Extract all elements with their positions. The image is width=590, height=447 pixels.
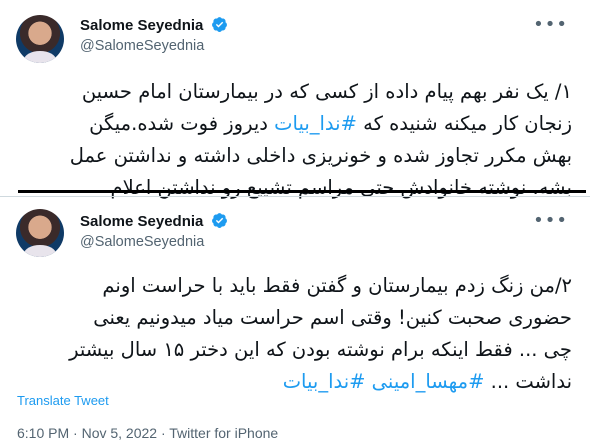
tweet-line: زنجان کار میکنه شنیده که #ندا_بیات دیروز… (89, 112, 572, 135)
avatar[interactable] (16, 209, 64, 257)
verified-badge-icon (211, 17, 227, 32)
author-name[interactable]: Salome Seyednia (80, 17, 203, 34)
tweet-text: ٢/من زنگ زدم بیمارستان و گفتن فقط باید ب… (16, 270, 572, 398)
author-name-container[interactable]: Salome Seyednia (80, 212, 228, 230)
hashtag-link[interactable]: #ندا_بیات (274, 112, 357, 135)
author-handle[interactable]: @SalomeSeyednia (80, 38, 204, 54)
more-options-icon[interactable]: ••• (533, 16, 568, 34)
annotation-underline (18, 190, 586, 193)
tweet-line: ١/ یک نفر بهم پیام داده از کسی که در بیم… (81, 80, 572, 103)
tweet-text: ١/ یک نفر بهم پیام داده از کسی که در بیم… (16, 76, 572, 204)
tweet-line: حضوری صحبت کنین! وقتی اسم حراست میاد مید… (93, 306, 572, 329)
tweet-line: بهش مکرر تجاوز شده و خونریزی داخلی داشته… (69, 144, 572, 167)
author-handle[interactable]: @SalomeSeyednia (80, 234, 204, 250)
tweet-1[interactable]: Salome Seyednia @SalomeSeyednia ••• ١/ ی… (0, 0, 590, 199)
tweet-timestamp[interactable]: 6:10 PM · Nov 5, 2022 · Twitter for iPho… (17, 425, 278, 441)
verified-badge-icon (211, 213, 227, 228)
author-name[interactable]: Salome Seyednia (80, 213, 203, 230)
tweet-divider (0, 196, 590, 197)
hashtag-link[interactable]: #مهسا_امینی #ندا_بیات (283, 370, 485, 393)
translate-tweet-link[interactable]: Translate Tweet (17, 393, 109, 408)
author-name-container[interactable]: Salome Seyednia (80, 16, 228, 34)
tweet-line: ٢/من زنگ زدم بیمارستان و گفتن فقط باید ب… (102, 274, 572, 297)
tweet-2[interactable]: Salome Seyednia @SalomeSeyednia ••• ٢/من… (0, 200, 590, 447)
avatar[interactable] (16, 15, 64, 63)
more-options-icon[interactable]: ••• (533, 212, 568, 230)
tweet-line: چی ... فقط اینکه برام نوشته بودن که این … (69, 338, 572, 361)
